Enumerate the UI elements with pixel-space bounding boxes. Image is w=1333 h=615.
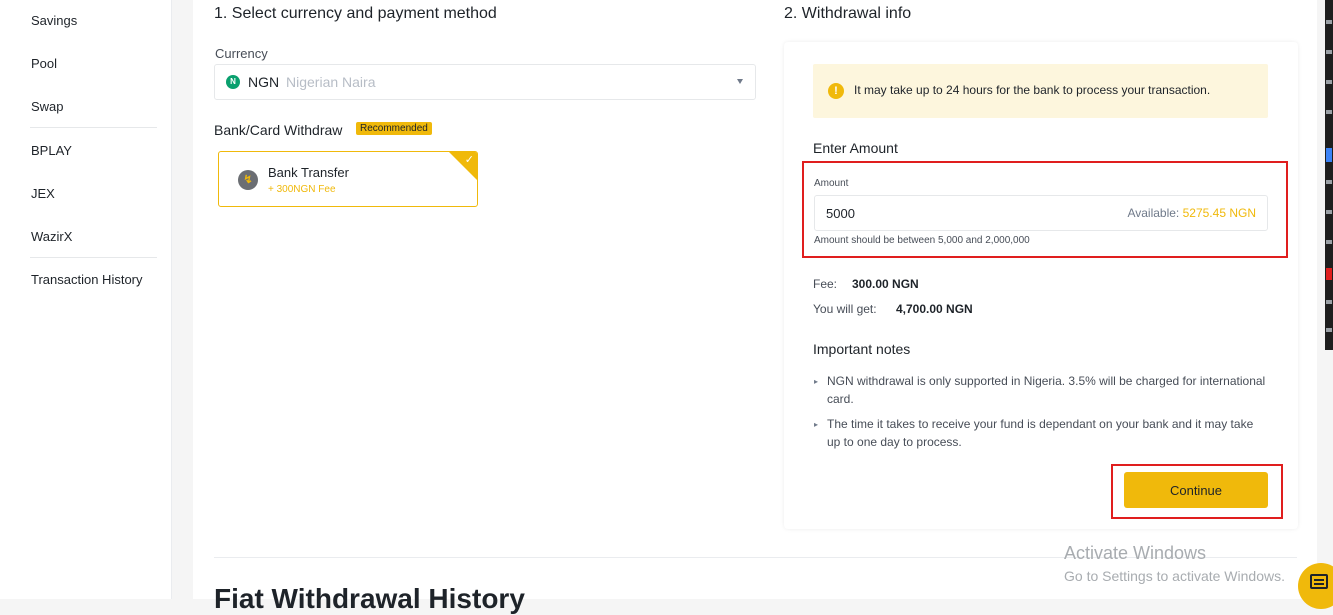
activate-windows-title: Activate Windows [1064, 543, 1207, 563]
recommended-badge: Recommended [356, 122, 432, 135]
notice-text: It may take up to 24 hours for the bank … [854, 83, 1211, 97]
important-notes-title: Important notes [813, 341, 911, 357]
bank-card-withdraw-label: Bank/Card Withdraw [214, 122, 343, 138]
bank-transfer-fee: + 300NGN Fee [268, 184, 336, 195]
you-will-get-label: You will get: [813, 302, 877, 316]
amount-hint: Amount should be between 5,000 and 2,000… [814, 235, 1030, 246]
ngn-coin-icon: N [226, 75, 240, 89]
toolbar-icon[interactable] [1326, 240, 1332, 244]
toolbar-icon[interactable] [1326, 20, 1332, 24]
chevron-down-icon [737, 79, 743, 84]
chat-button[interactable] [1298, 563, 1333, 609]
you-will-get-value: 4,700.00 NGN [896, 302, 973, 316]
toolbar-icon[interactable] [1326, 50, 1332, 54]
sidebar-item-jex[interactable]: JEX [31, 186, 55, 201]
sidebar-divider [30, 127, 157, 128]
section1-title: 1. Select currency and payment method [214, 5, 497, 22]
sidebar-divider [30, 257, 157, 258]
warning-icon: ! [828, 83, 844, 99]
fee-label: Fee: [813, 277, 838, 291]
bank-transfer-icon: ↯ [238, 170, 258, 190]
main-content: 1. Select currency and payment method Cu… [193, 0, 1317, 614]
continue-button[interactable]: Continue [1124, 472, 1268, 508]
withdrawal-history-title: Fiat Withdrawal History [214, 583, 525, 614]
toolbar-icon[interactable] [1326, 268, 1332, 280]
enter-amount-title: Enter Amount [813, 140, 898, 156]
bank-transfer-option[interactable]: ↯ Bank Transfer + 300NGN Fee ✓ [218, 151, 478, 207]
amount-label: Amount [814, 178, 849, 189]
bullet-icon: ▸ [814, 420, 819, 429]
currency-name: Nigerian Naira [286, 74, 376, 90]
sidebar: Savings Pool Swap BPLAY JEX WazirX Trans… [0, 0, 172, 599]
amount-field[interactable]: Available: 5275.45 NGN [814, 195, 1268, 231]
sidebar-item-pool[interactable]: Pool [31, 56, 57, 71]
available-label: Available: [1127, 206, 1180, 220]
check-icon: ✓ [464, 154, 474, 166]
available-value: 5275.45 NGN [1182, 206, 1256, 220]
toolbar-icon[interactable] [1326, 328, 1332, 332]
side-toolbar [1325, 0, 1333, 350]
chat-icon [1310, 574, 1328, 589]
fee-value: 300.00 NGN [852, 277, 919, 291]
toolbar-icon[interactable] [1326, 300, 1332, 304]
bullet-icon: ▸ [814, 377, 819, 386]
withdrawal-info-panel: ! It may take up to 24 hours for the ban… [784, 42, 1298, 529]
sidebar-item-transaction-history[interactable]: Transaction History [31, 272, 143, 287]
toolbar-icon[interactable] [1326, 210, 1332, 214]
toolbar-icon[interactable] [1326, 110, 1332, 114]
note-item: NGN withdrawal is only supported in Nige… [827, 374, 1266, 406]
amount-input[interactable] [826, 206, 1026, 221]
processing-notice: ! It may take up to 24 hours for the ban… [813, 64, 1268, 118]
available-balance: Available: 5275.45 NGN [1127, 206, 1256, 220]
currency-label: Currency [215, 46, 268, 61]
section2-title: 2. Withdrawal info [784, 5, 912, 22]
toolbar-icon[interactable] [1326, 180, 1332, 184]
toolbar-icon[interactable] [1326, 80, 1332, 84]
activate-windows-subtitle: Go to Settings to activate Windows. [1064, 568, 1285, 584]
note-item: The time it takes to receive your fund i… [827, 417, 1254, 449]
toolbar-icon[interactable] [1326, 148, 1332, 162]
sidebar-item-wazirx[interactable]: WazirX [31, 229, 72, 244]
sidebar-item-savings[interactable]: Savings [31, 13, 77, 28]
currency-select[interactable]: N NGN Nigerian Naira [214, 64, 756, 100]
sidebar-item-bplay[interactable]: BPLAY [31, 143, 72, 158]
currency-code: NGN [248, 74, 280, 90]
sidebar-item-swap[interactable]: Swap [31, 99, 64, 114]
bank-transfer-name: Bank Transfer [268, 165, 349, 180]
